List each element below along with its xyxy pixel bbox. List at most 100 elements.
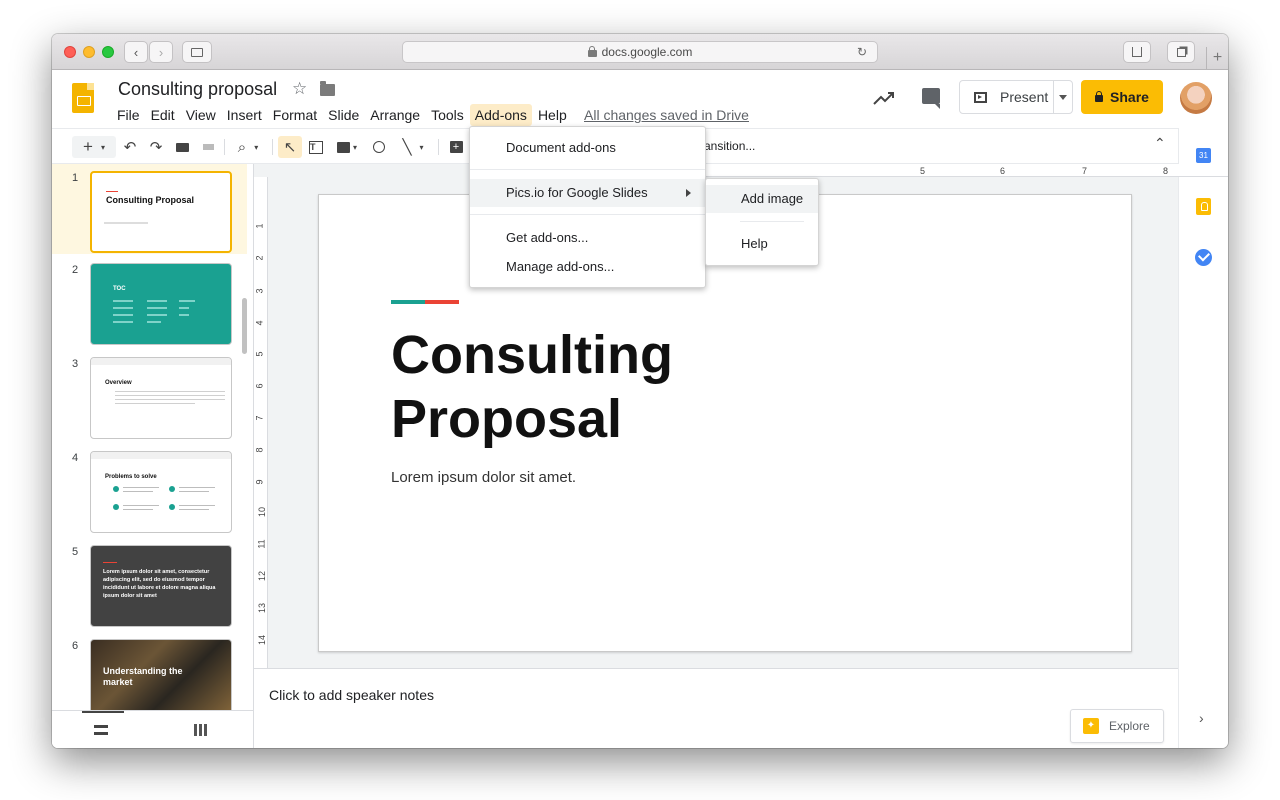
address-bar[interactable]: docs.google.com ↻ <box>402 41 878 63</box>
speaker-notes-placeholder[interactable]: Click to add speaker notes <box>269 687 434 703</box>
avatar[interactable] <box>1180 82 1212 114</box>
shape-icon[interactable] <box>368 136 390 158</box>
present-dropdown-icon[interactable] <box>1059 95 1067 100</box>
menu-item-pics-io[interactable]: Pics.io for Google Slides <box>470 179 705 207</box>
thumbnail-title: Problems to solve <box>105 474 157 480</box>
present-button[interactable]: Present <box>959 80 1073 114</box>
slide-thumbnail[interactable]: Lorem ipsum dolor sit amet, consectetur … <box>90 545 232 627</box>
star-icon[interactable]: ☆ <box>292 79 307 99</box>
line-icon[interactable]: ╲ ▾ <box>396 136 430 158</box>
slide-number: 5 <box>72 546 79 558</box>
share-label: Share <box>1110 89 1149 105</box>
menu-insert[interactable]: Insert <box>222 104 267 126</box>
filmstrip-slide-2[interactable]: 2 TOC <box>52 256 247 346</box>
slide-thumbnail[interactable]: Overview <box>90 357 232 439</box>
filmstrip-slide-6[interactable]: 6 Understanding the market <box>52 632 247 722</box>
activity-trend-icon[interactable] <box>872 90 896 106</box>
filmstrip: 1 Consulting Proposal 2 TOC 3 Overview 4… <box>52 164 254 748</box>
chevron-right-icon[interactable]: › <box>1199 710 1204 726</box>
side-panel: 31 › <box>1178 128 1228 748</box>
slide-subtitle[interactable]: Lorem ipsum dolor sit amet. <box>391 469 576 486</box>
menu-slide[interactable]: Slide <box>323 104 364 126</box>
back-icon[interactable]: ‹ <box>124 41 148 63</box>
calendar-icon[interactable]: 31 <box>1196 148 1211 163</box>
print-icon[interactable] <box>172 136 192 158</box>
slide-thumbnail[interactable]: Consulting Proposal <box>90 171 232 253</box>
folder-icon[interactable] <box>320 81 335 96</box>
app-header: Consulting proposal ☆ File Edit View Ins… <box>52 70 1228 128</box>
menu-tools[interactable]: Tools <box>426 104 469 126</box>
forward-icon[interactable]: › <box>149 41 173 63</box>
accent-bar-red <box>425 300 459 304</box>
grid-view-icon[interactable] <box>194 724 207 736</box>
accent-bar-teal <box>391 300 425 304</box>
vertical-ruler[interactable]: 1 2 3 4 5 6 7 8 9 10 11 12 13 14 <box>254 177 268 668</box>
menu-item-get-add-ons[interactable]: Get add-ons... <box>470 224 705 252</box>
zoom-icon[interactable]: ⌕ ▾ <box>230 136 266 158</box>
lock-icon <box>1095 90 1104 102</box>
filmstrip-slide-5[interactable]: 5 Lorem ipsum dolor sit amet, consectetu… <box>52 538 247 628</box>
share-sheet-icon[interactable] <box>1123 41 1151 63</box>
filmstrip-scrollbar[interactable] <box>242 298 247 354</box>
browser-titlebar: ‹ › docs.google.com ↻ + <box>52 34 1228 70</box>
redo-icon[interactable]: ↷ <box>146 136 166 158</box>
image-icon[interactable]: ▾ <box>332 136 362 158</box>
share-button[interactable]: Share <box>1081 80 1163 114</box>
slide-number: 3 <box>72 358 79 370</box>
save-status-link[interactable]: All changes saved in Drive <box>584 107 749 123</box>
comment-icon[interactable] <box>922 88 940 109</box>
filmstrip-slide-3[interactable]: 3 Overview <box>52 350 247 440</box>
menu-item-document-add-ons[interactable]: Document add-ons <box>470 134 705 162</box>
slide-number: 1 <box>72 172 79 184</box>
cursor-icon[interactable]: ↖ <box>278 136 302 158</box>
tasks-icon[interactable] <box>1195 249 1212 266</box>
textbox-icon[interactable]: T <box>306 136 326 158</box>
comment-add-icon[interactable]: + <box>446 136 466 158</box>
lock-icon <box>587 45 597 57</box>
menu-format[interactable]: Format <box>268 104 322 126</box>
document-title[interactable]: Consulting proposal <box>118 79 277 100</box>
menu-add-ons[interactable]: Add-ons <box>469 104 532 126</box>
sidebar-icon[interactable] <box>182 41 212 63</box>
speaker-notes[interactable]: Click to add speaker notes ✦ Explore <box>254 668 1178 748</box>
explore-button[interactable]: ✦ Explore <box>1070 709 1164 743</box>
explore-label: Explore <box>1109 719 1150 733</box>
browser-window: ‹ › docs.google.com ↻ + Consulting propo… <box>52 34 1228 748</box>
paint-format-icon[interactable] <box>198 136 218 158</box>
new-slide-button[interactable]: + ▾ <box>72 136 116 158</box>
slide-thumbnail[interactable]: Problems to solve <box>90 451 232 533</box>
menu-item-add-image[interactable]: Add image <box>706 185 818 213</box>
close-window-button[interactable] <box>64 46 76 58</box>
thumbnail-title: TOC <box>113 286 126 292</box>
menu-item-manage-add-ons[interactable]: Manage add-ons... <box>470 253 705 281</box>
thumbnail-title: Understanding the market <box>103 666 183 687</box>
slides-logo-icon[interactable] <box>72 83 94 113</box>
filmstrip-slide-4[interactable]: 4 Problems to solve <box>52 444 247 534</box>
present-icon <box>974 91 987 103</box>
zoom-window-button[interactable] <box>102 46 114 58</box>
list-view-icon[interactable] <box>94 725 108 735</box>
slide-number: 2 <box>72 264 79 276</box>
thumbnail-title: Overview <box>105 380 132 386</box>
menu-view[interactable]: View <box>181 104 221 126</box>
slide-number: 4 <box>72 452 79 464</box>
filmstrip-slide-1[interactable]: 1 Consulting Proposal <box>52 164 247 254</box>
menu-arrange[interactable]: Arrange <box>365 104 425 126</box>
minimize-window-button[interactable] <box>83 46 95 58</box>
menu-item-help[interactable]: Help <box>706 230 818 258</box>
menu-file[interactable]: File <box>112 104 145 126</box>
transition-button[interactable]: ansition... <box>704 139 755 153</box>
keep-icon[interactable] <box>1196 198 1211 215</box>
thumbnail-title: Consulting Proposal <box>106 195 195 205</box>
new-tab-button[interactable]: + <box>1206 47 1228 70</box>
slide-title[interactable]: Consulting Proposal <box>391 323 673 451</box>
slide-thumbnail[interactable]: Understanding the market <box>90 639 232 721</box>
menu-edit[interactable]: Edit <box>146 104 180 126</box>
menu-help[interactable]: Help <box>533 104 572 126</box>
tabs-icon[interactable] <box>1167 41 1195 63</box>
present-label: Present <box>1000 89 1049 105</box>
undo-icon[interactable]: ↶ <box>120 136 140 158</box>
slide-thumbnail[interactable]: TOC <box>90 263 232 345</box>
collapse-toolbar-icon[interactable]: ⌃ <box>1154 135 1166 152</box>
reload-icon[interactable]: ↻ <box>857 45 867 59</box>
